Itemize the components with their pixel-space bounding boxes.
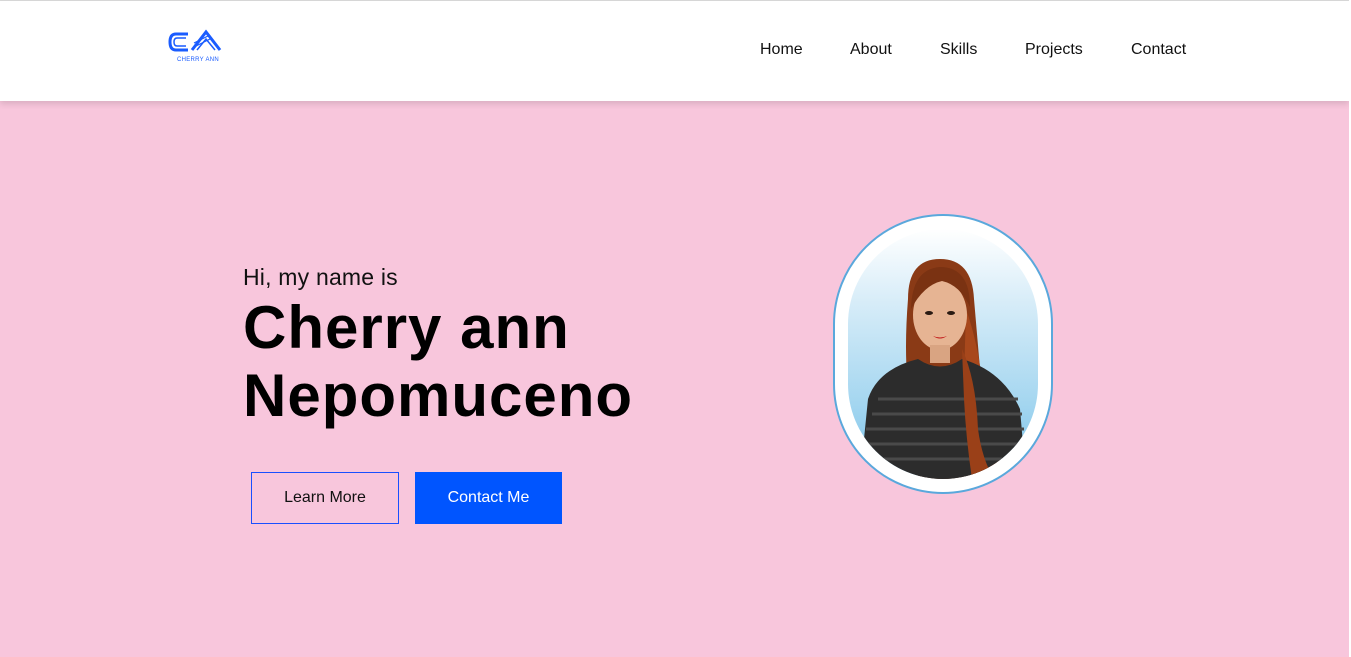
learn-more-button[interactable]: Learn More <box>251 472 399 524</box>
portrait-illustration <box>860 259 1026 479</box>
profile-photo <box>848 229 1038 479</box>
nav-link-home[interactable]: Home <box>760 41 803 59</box>
nav-link-projects[interactable]: Projects <box>1025 41 1083 59</box>
contact-me-button[interactable]: Contact Me <box>415 472 562 524</box>
hero-name-first: Cherry ann <box>243 294 570 361</box>
hero-greeting: Hi, my name is <box>243 264 398 290</box>
hero-name-last: Nepomuceno <box>243 362 634 429</box>
page: CHERRY ANN Home About Skills Projects Co… <box>0 0 1351 657</box>
nav-link-skills[interactable]: Skills <box>940 41 977 59</box>
nav-menu: Home About Skills Projects Contact <box>0 41 1349 63</box>
profile-photo-frame <box>833 214 1053 494</box>
nav-link-contact[interactable]: Contact <box>1131 41 1186 59</box>
navbar: CHERRY ANN Home About Skills Projects Co… <box>0 1 1349 101</box>
hero-section: Hi, my name is Cherry ann Nepomuceno Lea… <box>0 101 1349 657</box>
nav-link-about[interactable]: About <box>850 41 892 59</box>
